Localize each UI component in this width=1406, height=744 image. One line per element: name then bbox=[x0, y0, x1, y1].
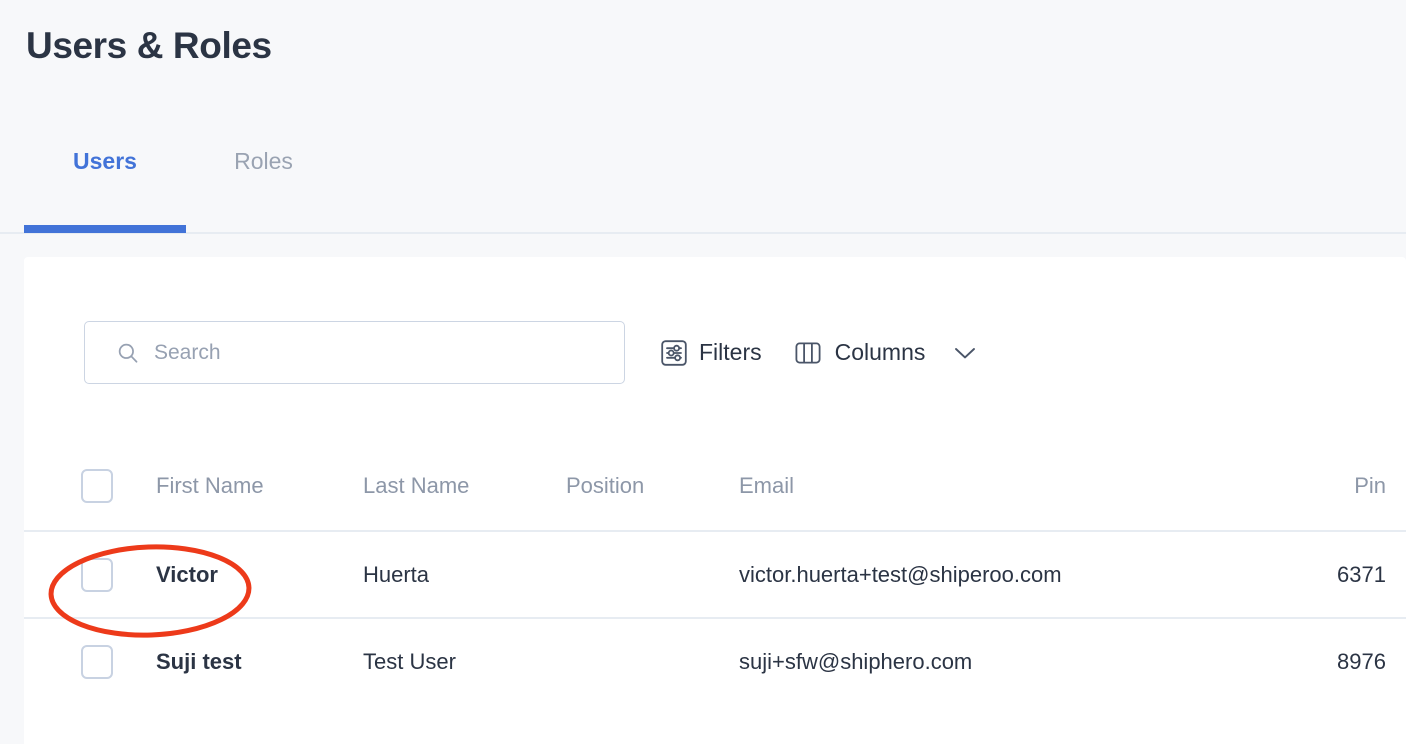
select-all-cell bbox=[81, 469, 113, 503]
column-header-first-name[interactable]: First Name bbox=[156, 473, 264, 499]
users-table: First Name Last Name Position Email Pin … bbox=[24, 442, 1406, 704]
active-tab-indicator bbox=[24, 225, 186, 233]
column-header-pin[interactable]: Pin bbox=[1354, 473, 1386, 499]
search-input[interactable] bbox=[85, 322, 624, 383]
cell-email: victor.huerta+test@shiperoo.com bbox=[739, 561, 1062, 587]
filters-button-label: Filters bbox=[699, 339, 762, 365]
tabs-divider bbox=[0, 232, 1406, 234]
table-toolbar: Filters Columns bbox=[84, 321, 979, 384]
tab-users[interactable]: Users bbox=[24, 138, 186, 173]
search-icon bbox=[118, 343, 138, 363]
tab-bar: Users Roles bbox=[24, 138, 341, 173]
users-table-card: Filters Columns First Name bbox=[24, 257, 1406, 744]
columns-icon bbox=[795, 342, 821, 364]
row-select-cell bbox=[81, 557, 113, 592]
columns-button-label: Columns bbox=[834, 339, 926, 365]
row-checkbox[interactable] bbox=[81, 644, 113, 679]
column-header-email[interactable]: Email bbox=[739, 473, 794, 499]
users-roles-page: Users & Roles Users Roles Search Filters… bbox=[0, 0, 1406, 744]
cell-pin: 6371 bbox=[1337, 561, 1386, 587]
cell-last-name: Test User bbox=[363, 648, 456, 674]
table-row[interactable]: Victor Huerta victor.huerta+test@shipero… bbox=[24, 530, 1406, 617]
column-header-position[interactable]: Position bbox=[566, 473, 644, 499]
column-header-last-name[interactable]: Last Name bbox=[363, 473, 469, 499]
cell-last-name: Huerta bbox=[363, 561, 430, 587]
filters-button[interactable]: Filters bbox=[658, 335, 764, 371]
select-all-checkbox[interactable] bbox=[81, 469, 113, 503]
filters-icon bbox=[661, 339, 687, 366]
row-checkbox[interactable] bbox=[81, 557, 113, 592]
table-header-row: First Name Last Name Position Email Pin bbox=[24, 442, 1406, 530]
cell-pin: 8976 bbox=[1337, 648, 1386, 674]
columns-button[interactable]: Columns bbox=[792, 335, 980, 371]
cell-first-name: Victor bbox=[156, 561, 218, 587]
table-row[interactable]: Suji test Test User suji+sfw@shiphero.co… bbox=[24, 617, 1406, 704]
cell-first-name: Suji test bbox=[156, 648, 242, 674]
page-title: Users & Roles bbox=[26, 25, 272, 66]
chevron-down-icon bbox=[955, 347, 976, 358]
row-select-cell bbox=[81, 644, 113, 679]
tab-roles[interactable]: Roles bbox=[186, 138, 341, 173]
cell-email: suji+sfw@shiphero.com bbox=[739, 648, 973, 674]
search-box[interactable] bbox=[84, 321, 625, 384]
